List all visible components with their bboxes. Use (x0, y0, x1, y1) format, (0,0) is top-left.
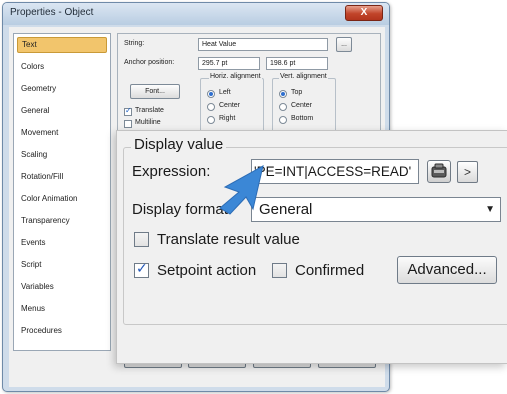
translate-result-checkbox[interactable] (134, 232, 149, 247)
vert-top-label: Top (291, 89, 303, 96)
horiz-left-radio[interactable] (207, 90, 215, 98)
close-button[interactable]: X (345, 5, 383, 21)
window-title: Properties - Object (10, 7, 94, 18)
advanced-button[interactable]: Advanced... (397, 256, 497, 284)
horiz-left-label: Left (219, 89, 231, 96)
display-format-label: Display format: (132, 201, 233, 218)
sidebar-item-procedures[interactable]: Procedures (17, 323, 107, 339)
confirmed-checkbox[interactable] (272, 263, 287, 278)
string-browse-button[interactable]: ... (336, 37, 352, 52)
tag-browser-button[interactable] (427, 160, 451, 183)
display-format-select[interactable]: General ▼ (251, 197, 501, 222)
expression-next-button[interactable]: > (457, 161, 478, 183)
display-format-value: General (259, 201, 313, 218)
anchor-position-label: Anchor position: (124, 59, 175, 66)
vert-alignment-group: Vert. alignment Top Center Bottom (272, 73, 336, 136)
multiline-checkbox[interactable] (124, 120, 132, 128)
horiz-right-label: Right (219, 115, 236, 122)
sidebar-item-rotation-fill[interactable]: Rotation/Fill (17, 169, 107, 185)
setpoint-action-checkbox[interactable] (134, 261, 149, 278)
horiz-alignment-caption: Horiz. alignment (209, 73, 262, 80)
sidebar-item-movement[interactable]: Movement (17, 125, 107, 141)
string-label: String: (124, 40, 145, 47)
category-sidebar: Text Colors Geometry General Movement Sc… (13, 33, 111, 351)
sidebar-item-geometry[interactable]: Geometry (17, 81, 107, 97)
vert-bottom-label: Bottom (291, 115, 314, 122)
horiz-right-radio[interactable] (207, 116, 215, 124)
display-value-caption: Display value (131, 136, 227, 153)
anchor-y-input[interactable]: 198.6 pt (266, 57, 328, 70)
vert-alignment-caption: Vert. alignment (279, 73, 328, 80)
setpoint-action-label: Setpoint action (157, 262, 257, 279)
vert-center-radio[interactable] (279, 103, 287, 111)
sidebar-item-color-animation[interactable]: Color Animation (17, 191, 107, 207)
vert-center-label: Center (291, 102, 313, 109)
sidebar-item-events[interactable]: Events (17, 235, 107, 251)
horiz-center-radio[interactable] (207, 103, 215, 111)
expression-input[interactable]: 'PE=INT|ACCESS=READ' (251, 159, 419, 184)
vert-top-radio[interactable] (279, 90, 287, 98)
sidebar-item-text[interactable]: Text (17, 37, 107, 53)
anchor-x-input[interactable]: 295.7 pt (198, 57, 260, 70)
expression-label: Expression: (132, 163, 211, 180)
chevron-down-icon: ▼ (485, 204, 495, 215)
sidebar-item-script[interactable]: Script (17, 257, 107, 273)
font-button[interactable]: Font... (130, 84, 180, 99)
sidebar-item-transparency[interactable]: Transparency (17, 213, 107, 229)
translate-result-label: Translate result value (157, 231, 300, 248)
title-bar[interactable]: Properties - Object X (3, 3, 389, 25)
sidebar-item-variables[interactable]: Variables (17, 279, 107, 295)
string-input[interactable]: Heat Value (198, 38, 328, 51)
multiline-label: Multiline (135, 119, 161, 126)
sidebar-item-scaling[interactable]: Scaling (17, 147, 107, 163)
sidebar-item-menus[interactable]: Menus (17, 301, 107, 317)
tag-browser-icon (431, 163, 447, 178)
vert-bottom-radio[interactable] (279, 116, 287, 124)
horiz-alignment-group: Horiz. alignment Left Center Right (200, 73, 264, 136)
display-value-zoom-inset: Display value Expression: 'PE=INT|ACCESS… (116, 130, 507, 364)
confirmed-label: Confirmed (295, 262, 365, 279)
horiz-center-label: Center (219, 102, 241, 109)
translate-label: Translate (135, 107, 164, 114)
translate-checkbox[interactable] (124, 106, 132, 116)
sidebar-item-colors[interactable]: Colors (17, 59, 107, 75)
sidebar-item-general[interactable]: General (17, 103, 107, 119)
